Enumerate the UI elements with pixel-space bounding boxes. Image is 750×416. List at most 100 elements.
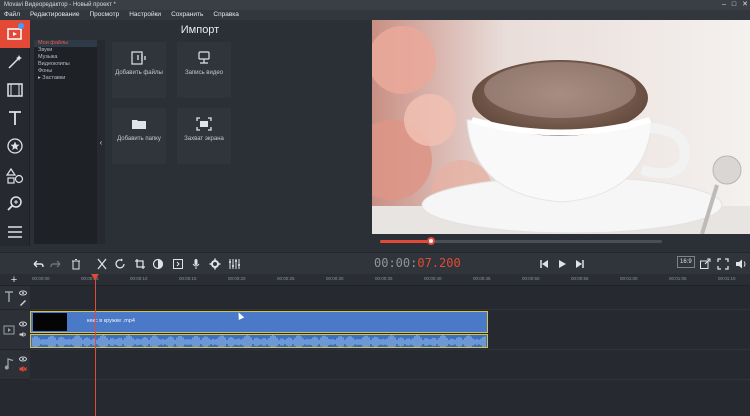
- timeline-ruler[interactable]: + 00:00:00 00:00:05 00:00:10 00:00:15 00:00:…: [0, 274, 750, 286]
- tool-filters[interactable]: [0, 48, 30, 76]
- contrast-icon: [152, 258, 164, 270]
- fullscreen-button[interactable]: [715, 256, 731, 272]
- transition-button[interactable]: [170, 256, 186, 272]
- eye-icon[interactable]: [19, 321, 27, 327]
- clip-audio-waveform[interactable]: [30, 334, 488, 348]
- minimize-button[interactable]: –: [722, 0, 726, 10]
- left-toolbar: [0, 20, 30, 246]
- tool-stickers[interactable]: [0, 132, 30, 160]
- clip-settings-button[interactable]: [207, 256, 223, 272]
- prev-frame-button[interactable]: [536, 256, 552, 272]
- ruler-tick-label: 00:00:10: [130, 276, 148, 281]
- ruler-tick-label: 00:00:30: [326, 276, 344, 281]
- category-sounds[interactable]: Звуки: [34, 47, 98, 54]
- eye-icon[interactable]: [19, 290, 27, 296]
- undo-icon: [33, 260, 44, 268]
- video-clip[interactable]: кекс в кружке .mp4: [30, 311, 488, 333]
- tool-transitions[interactable]: [0, 76, 30, 104]
- tool-titles[interactable]: [0, 104, 30, 132]
- play-icon: [559, 260, 566, 268]
- tool-more[interactable]: [0, 218, 30, 246]
- playhead-line[interactable]: [95, 274, 96, 416]
- playhead-marker[interactable]: [91, 274, 99, 280]
- play-button[interactable]: [554, 256, 570, 272]
- record-video-button[interactable]: Запись видео: [177, 42, 231, 98]
- menu-settings[interactable]: Настройки: [129, 10, 161, 20]
- fullscreen-icon: [717, 258, 729, 270]
- video-preview[interactable]: [372, 20, 750, 234]
- close-button[interactable]: ✕: [742, 0, 748, 10]
- maximize-button[interactable]: □: [732, 0, 736, 10]
- ruler-tick-label: 00:00:55: [571, 276, 589, 281]
- crop-button[interactable]: [132, 256, 148, 272]
- seek-handle[interactable]: [426, 237, 435, 245]
- menu-file[interactable]: Файл: [4, 10, 20, 20]
- add-folder-label: Добавить папку: [117, 136, 161, 142]
- mute-icon[interactable]: [19, 365, 27, 373]
- menu-view[interactable]: Просмотр: [90, 10, 120, 20]
- video-track-header: [0, 310, 30, 350]
- ruler-tick-label: 00:00:15: [179, 276, 197, 281]
- menu-bar: Файл Редактирование Просмотр Настройки С…: [0, 10, 750, 20]
- detach-preview-button[interactable]: [697, 256, 713, 272]
- import-title: Импорт: [180, 24, 220, 36]
- crop-icon: [135, 259, 145, 269]
- cut-button[interactable]: [94, 256, 110, 272]
- ruler-tick-label: 00:00:20: [228, 276, 246, 281]
- gear-icon: [209, 258, 221, 270]
- audio-eq-button[interactable]: [226, 256, 242, 272]
- record-video-icon: [198, 51, 210, 64]
- skip-forward-icon: [576, 260, 584, 268]
- redo-button[interactable]: [48, 256, 64, 272]
- text-icon: [9, 111, 21, 125]
- next-frame-button[interactable]: [572, 256, 588, 272]
- scissors-icon: [97, 258, 107, 270]
- category-backgrounds[interactable]: Фоны: [34, 68, 98, 75]
- transition-icon: [173, 259, 183, 269]
- collapse-panel-button[interactable]: ‹: [97, 40, 105, 244]
- menu-edit[interactable]: Редактирование: [30, 10, 80, 20]
- color-adjust-button[interactable]: [150, 256, 166, 272]
- ruler-tick-label: 00:00:35: [375, 276, 393, 281]
- category-music[interactable]: Музыка: [34, 54, 98, 61]
- shapes-icon: [6, 167, 24, 184]
- chevron-left-icon: ‹: [99, 137, 103, 147]
- window-controls: – □ ✕: [722, 0, 748, 10]
- volume-button[interactable]: [733, 256, 749, 272]
- star-icon: [7, 138, 23, 154]
- magic-wand-icon: [8, 55, 22, 69]
- rotate-button[interactable]: [112, 256, 128, 272]
- category-intros[interactable]: ▸ Заставки: [34, 75, 98, 82]
- category-my-files[interactable]: Мои файлы: [34, 40, 98, 47]
- add-files-label: Добавить файлы: [115, 70, 163, 76]
- text-track-lane[interactable]: [30, 286, 750, 310]
- video-track-icon: [3, 325, 15, 335]
- microphone-icon: [192, 259, 200, 269]
- aspect-ratio-button[interactable]: 16:9: [677, 256, 695, 268]
- tool-shapes[interactable]: [0, 162, 30, 190]
- redo-icon: [50, 260, 61, 268]
- menu-help[interactable]: Справка: [213, 10, 239, 20]
- undo-button[interactable]: [30, 256, 46, 272]
- preview-seek-bar[interactable]: [380, 237, 662, 245]
- ruler-tick-label: 00:00:40: [424, 276, 442, 281]
- pencil-icon[interactable]: [19, 299, 27, 306]
- seek-progress: [380, 240, 431, 243]
- speaker-icon: [736, 259, 746, 269]
- film-icon: [7, 83, 23, 97]
- add-files-button[interactable]: Добавить файлы: [112, 42, 166, 98]
- speaker-small-icon[interactable]: [19, 331, 27, 338]
- menu-save[interactable]: Сохранить: [171, 10, 203, 20]
- eye-icon[interactable]: [19, 356, 27, 362]
- music-track-lane[interactable]: [30, 350, 750, 380]
- tool-import[interactable]: [0, 20, 30, 48]
- clip-thumbnail: [33, 313, 67, 331]
- notification-badge: [18, 23, 24, 29]
- add-folder-button[interactable]: Добавить папку: [112, 108, 166, 164]
- delete-button[interactable]: [68, 256, 84, 272]
- category-videoclips[interactable]: Видеоклипы: [34, 61, 98, 68]
- screen-capture-button[interactable]: Захват экрана: [177, 108, 231, 164]
- tool-zoom[interactable]: [0, 190, 30, 218]
- zoom-icon: [7, 196, 22, 211]
- voice-record-button[interactable]: [188, 256, 204, 272]
